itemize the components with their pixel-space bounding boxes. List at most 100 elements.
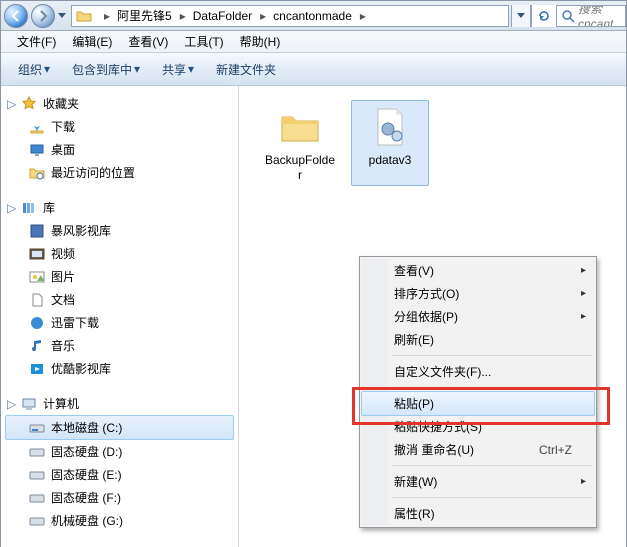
nav-history-dropdown[interactable] — [55, 4, 69, 28]
drive-icon — [29, 467, 45, 483]
config-file-icon — [366, 103, 414, 151]
sidebar-label: 图片 — [51, 268, 75, 285]
search-input[interactable]: 搜索 cncant — [556, 5, 626, 27]
file-item-folder[interactable]: BackupFolder — [261, 100, 339, 186]
picture-icon — [29, 269, 45, 285]
sidebar-group-libraries[interactable]: ▷ 库 — [1, 196, 238, 219]
ctx-label: 撤消 重命名(U) — [394, 441, 474, 458]
menu-help[interactable]: 帮助(H) — [232, 33, 289, 50]
sidebar-group-favorites[interactable]: ▷ 收藏夹 — [1, 92, 238, 115]
file-grid: BackupFolder pdatav3 — [261, 100, 626, 186]
sidebar-label: 收藏夹 — [43, 95, 79, 112]
search-placeholder: 搜索 cncant — [578, 5, 625, 27]
ctx-refresh[interactable]: 刷新(E) — [362, 328, 594, 351]
ctx-paste[interactable]: 粘贴(P) — [361, 391, 595, 416]
ctx-paste-shortcut[interactable]: 粘贴快捷方式(S) — [362, 415, 594, 438]
sidebar-item-drive-f[interactable]: 固态硬盘 (F:) — [1, 486, 238, 509]
download-icon — [29, 119, 45, 135]
ctx-label: 新建(W) — [394, 473, 437, 490]
sidebar-item-videos[interactable]: 视频 — [1, 242, 238, 265]
sidebar-item-baofeng[interactable]: 暴风影视库 — [1, 219, 238, 242]
sidebar-label: 下载 — [51, 118, 75, 135]
toolbar-include[interactable]: 包含到库中▾ — [61, 57, 151, 81]
sidebar-label: 迅雷下载 — [51, 314, 99, 331]
sidebar-item-recent[interactable]: 最近访问的位置 — [1, 161, 238, 184]
toolbar-organize[interactable]: 组织▾ — [7, 57, 61, 81]
ctx-label: 粘贴(P) — [394, 395, 434, 412]
forward-button[interactable] — [31, 4, 55, 28]
desktop-icon — [29, 142, 45, 158]
video-icon — [29, 246, 45, 262]
sidebar-label: 暴风影视库 — [51, 222, 111, 239]
sidebar-item-drive-c[interactable]: 本地磁盘 (C:) — [5, 415, 234, 440]
sidebar-label: 固态硬盘 (D:) — [51, 443, 122, 460]
toolbar-label: 共享 — [162, 61, 186, 78]
explorer-window: ▸ 阿里先锋5 ▸ DataFolder ▸ cncantonmade ▸ 搜索… — [0, 0, 627, 547]
ctx-properties[interactable]: 属性(R) — [362, 502, 594, 525]
sidebar-item-drive-g[interactable]: 机械硬盘 (G:) — [1, 509, 238, 532]
file-label: BackupFolder — [264, 153, 336, 183]
ctx-label: 分组依据(P) — [394, 308, 458, 325]
sidebar-item-xunlei[interactable]: 迅雷下载 — [1, 311, 238, 334]
ctx-label: 自定义文件夹(F)... — [394, 363, 491, 380]
toolbar-label: 新建文件夹 — [216, 61, 276, 78]
toolbar-share[interactable]: 共享▾ — [151, 57, 205, 81]
sidebar-item-desktop[interactable]: 桌面 — [1, 138, 238, 161]
sidebar-group-computer[interactable]: ▷ 计算机 — [1, 392, 238, 415]
ctx-customize[interactable]: 自定义文件夹(F)... — [362, 360, 594, 383]
file-item-config[interactable]: pdatav3 — [351, 100, 429, 186]
sidebar-item-drive-d[interactable]: 固态硬盘 (D:) — [1, 440, 238, 463]
refresh-button[interactable] — [531, 5, 556, 27]
refresh-icon — [537, 9, 551, 23]
ctx-shortcut: Ctrl+Z — [539, 443, 572, 457]
ctx-sort[interactable]: 排序方式(O) — [362, 282, 594, 305]
sidebar-item-documents[interactable]: 文档 — [1, 288, 238, 311]
music-icon — [29, 338, 45, 354]
xunlei-icon — [29, 315, 45, 331]
ctx-view[interactable]: 查看(V) — [362, 259, 594, 282]
sidebar-item-youku[interactable]: 优酷影视库 — [1, 357, 238, 380]
sidebar-label: 计算机 — [43, 395, 79, 412]
ctx-group[interactable]: 分组依据(P) — [362, 305, 594, 328]
sidebar: ▷ 收藏夹 下载 桌面 最近访问的位置 ▷ 库 暴风影视库 视频 图片 文档 迅… — [1, 86, 239, 547]
sidebar-label: 文档 — [51, 291, 75, 308]
recent-icon — [29, 165, 45, 181]
address-dropdown[interactable] — [511, 5, 531, 27]
folder-icon — [76, 8, 92, 24]
sidebar-label: 音乐 — [51, 337, 75, 354]
drive-icon — [29, 513, 45, 529]
breadcrumb-label: cncantonmade — [273, 9, 352, 23]
breadcrumb[interactable]: cncantonmade — [269, 6, 357, 26]
ctx-label: 粘贴快捷方式(S) — [394, 418, 482, 435]
menu-view[interactable]: 查看(V) — [120, 33, 176, 50]
file-label: pdatav3 — [369, 153, 412, 168]
sidebar-item-drive-e[interactable]: 固态硬盘 (E:) — [1, 463, 238, 486]
sidebar-label: 最近访问的位置 — [51, 164, 135, 181]
ctx-new[interactable]: 新建(W) — [362, 470, 594, 493]
sidebar-item-downloads[interactable]: 下载 — [1, 115, 238, 138]
ctx-label: 刷新(E) — [394, 331, 434, 348]
sidebar-label: 本地磁盘 (C:) — [51, 419, 122, 436]
menu-tools[interactable]: 工具(T) — [176, 33, 231, 50]
breadcrumb[interactable]: DataFolder — [189, 6, 257, 26]
menu-file[interactable]: 文件(F) — [9, 33, 64, 50]
ctx-label: 属性(R) — [394, 505, 435, 522]
breadcrumb[interactable]: 阿里先锋5 — [113, 6, 177, 26]
breadcrumb-label: DataFolder — [193, 9, 252, 23]
sidebar-label: 机械硬盘 (G:) — [51, 512, 123, 529]
drive-icon — [29, 420, 45, 436]
computer-icon — [21, 396, 37, 412]
sidebar-label: 视频 — [51, 245, 75, 262]
sidebar-item-pictures[interactable]: 图片 — [1, 265, 238, 288]
toolbar: 组织▾ 包含到库中▾ 共享▾ 新建文件夹 — [1, 53, 626, 86]
toolbar-label: 组织 — [18, 61, 42, 78]
address-bar[interactable]: ▸ 阿里先锋5 ▸ DataFolder ▸ cncantonmade ▸ — [71, 5, 509, 27]
toolbar-new-folder[interactable]: 新建文件夹 — [205, 57, 287, 81]
sidebar-item-music[interactable]: 音乐 — [1, 334, 238, 357]
ctx-undo-rename[interactable]: 撤消 重命名(U) Ctrl+Z — [362, 438, 594, 461]
back-button[interactable] — [4, 4, 28, 28]
sidebar-label: 优酷影视库 — [51, 360, 111, 377]
menu-edit[interactable]: 编辑(E) — [64, 33, 120, 50]
drive-icon — [29, 490, 45, 506]
media-icon — [29, 223, 45, 239]
